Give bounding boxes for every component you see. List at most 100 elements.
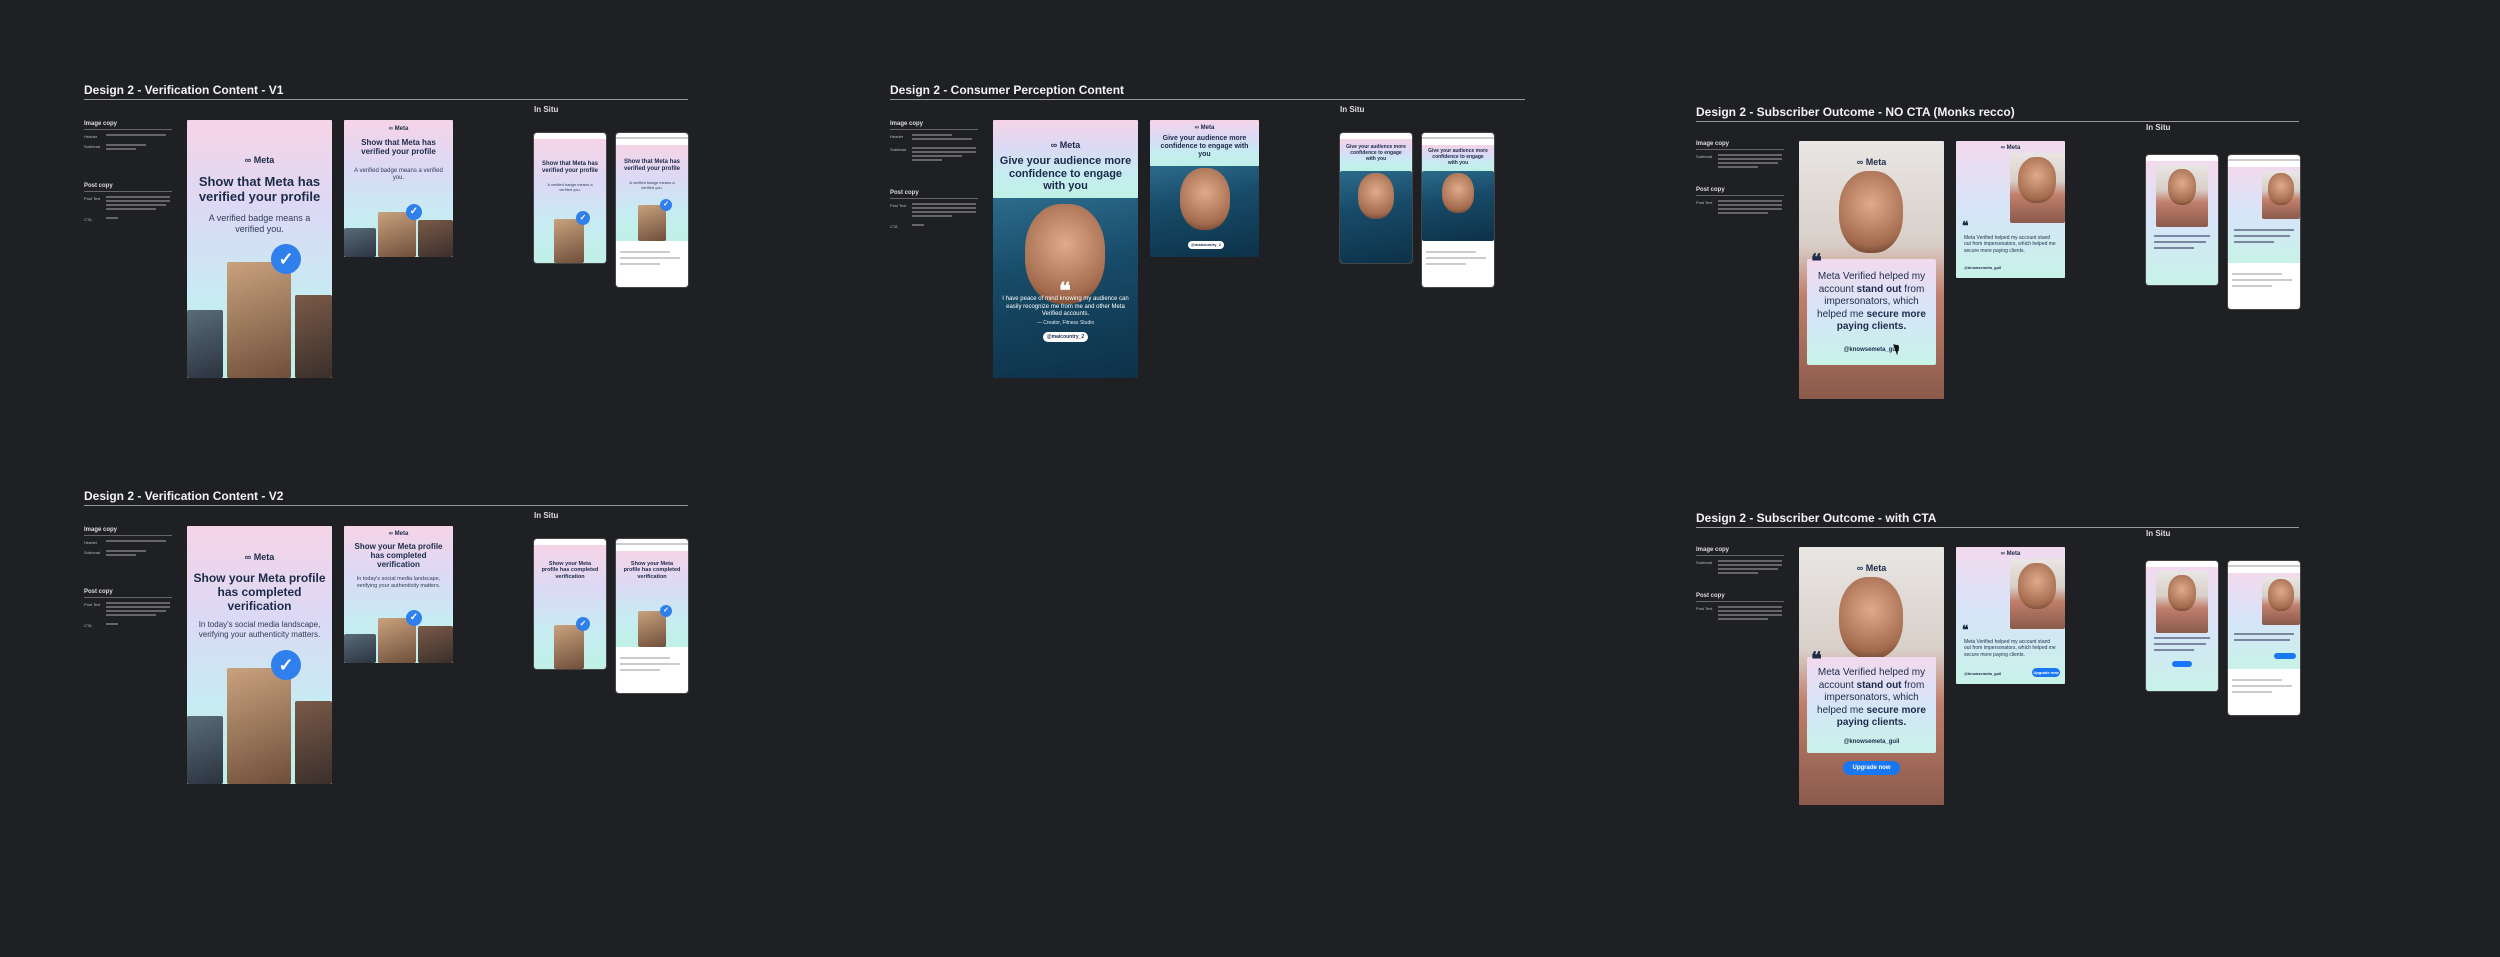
profile-photo-right <box>295 701 332 784</box>
ad-card-thumb[interactable]: ∞ Meta ❝ Meta Verified helped my account… <box>1956 547 2065 684</box>
phone-subhead: A verified badge means a verified you. <box>547 182 593 192</box>
cta-key: CTA <box>84 217 92 222</box>
section-title: Design 2 - Verification Content - V2 <box>84 489 284 503</box>
header-key: Header <box>890 134 904 139</box>
phone-mockup-story[interactable]: Show that Meta has verified your profile… <box>534 133 606 263</box>
check-badge-icon: ✓ <box>576 211 590 225</box>
meta-logo: ∞ Meta <box>1856 157 1887 167</box>
quote-mark-icon: ❝ <box>1962 623 1969 637</box>
quote-text: Meta Verified helped my account stand ou… <box>1817 271 1926 332</box>
person-face <box>2268 173 2294 205</box>
ad-card-thumb[interactable]: ∞ Meta Show your Meta profile has comple… <box>344 526 453 663</box>
ad-card-main[interactable]: ∞ Meta ❝ Meta Verified helped my account… <box>1799 141 1944 399</box>
section-divider <box>890 99 1525 100</box>
phone-mockup-feed[interactable] <box>2228 561 2300 715</box>
copy-notes: Image copy Header Subhead Post copy Post… <box>890 121 978 234</box>
check-badge-icon: ✓ <box>406 204 422 220</box>
copy-notes: Image copy Header Subhead Post copy Post… <box>84 527 172 633</box>
quote-credit: — Creator, Fitness Studio <box>1036 320 1095 326</box>
image-copy-label: Image copy <box>890 121 978 130</box>
in-situ-label: In Situ <box>2146 529 2171 538</box>
ad-card-main[interactable]: ∞ Meta ❝ Meta Verified helped my account… <box>1799 547 1944 805</box>
person-face <box>1180 168 1230 230</box>
person-face <box>1839 577 1903 659</box>
phone-headline: Give your audience more confidence to en… <box>1346 144 1406 162</box>
upgrade-now-button[interactable]: Upgrade now <box>2032 668 2060 677</box>
ad-card-thumb[interactable]: ∞ Meta Give your audience more confidenc… <box>1150 120 1259 257</box>
profile-photo-right <box>295 295 332 378</box>
post-copy-label: Post copy <box>84 183 172 192</box>
phone-mockup-feed[interactable]: Show that Meta has verified your profile… <box>616 133 688 287</box>
ad-headline: Give your audience more confidence to en… <box>1160 135 1249 159</box>
meta-logo: ∞ Meta <box>244 552 275 562</box>
person-face <box>1839 171 1903 253</box>
in-situ-label: In Situ <box>2146 123 2171 132</box>
image-copy-label: Image copy <box>1696 141 1784 150</box>
phone-mockup-story[interactable]: Show your Meta profile has completed ver… <box>534 539 606 669</box>
meta-logo: ∞ Meta <box>2000 145 2021 151</box>
post-copy-label: Post copy <box>1696 593 1784 602</box>
profile-photo <box>638 205 666 241</box>
section-subscriber-no-cta: Design 2 - Subscriber Outcome - NO CTA (… <box>1696 105 2300 405</box>
person-face <box>1442 173 1474 213</box>
section-title: Design 2 - Consumer Perception Content <box>890 83 1125 97</box>
post-text-key: Post Text <box>1696 200 1713 205</box>
in-situ-label: In Situ <box>534 511 559 520</box>
section-title: Design 2 - Verification Content - V1 <box>84 83 284 97</box>
cta-key: CTA <box>890 224 898 229</box>
image-copy-label: Image copy <box>1696 547 1784 556</box>
header-key: Header <box>84 540 98 545</box>
person-face <box>2018 563 2056 609</box>
phone-mockup-story[interactable]: Give your audience more confidence to en… <box>1340 133 1412 263</box>
section-divider <box>1696 527 2299 528</box>
check-badge-icon: ✓ <box>660 605 672 617</box>
quote-text: Meta Verified helped my account stand ou… <box>1964 235 2056 254</box>
section-divider <box>1696 121 2299 122</box>
person-face <box>2018 157 2056 203</box>
check-badge-icon: ✓ <box>406 610 422 626</box>
creator-handle: @knowsemeta_guil <box>1843 347 1900 353</box>
section-title: Design 2 - Subscriber Outcome - with CTA <box>1696 511 1937 525</box>
copy-notes: Image copy Subhead Post copy Post Text <box>1696 547 1784 627</box>
profile-photo-left <box>344 228 376 257</box>
phone-headline: Give your audience more confidence to en… <box>1428 148 1488 166</box>
post-text-key: Post Text <box>890 203 907 208</box>
phone-mockup-story[interactable] <box>2146 155 2218 285</box>
in-situ-label: In Situ <box>1340 105 1365 114</box>
phone-mockup-feed[interactable]: Give your audience more confidence to en… <box>1422 133 1494 287</box>
upgrade-now-button[interactable]: Upgrade now <box>1843 761 1900 775</box>
post-text-key: Post Text <box>84 602 101 607</box>
phone-mockup-feed[interactable] <box>2228 155 2300 309</box>
subhead-key: Subhead <box>84 550 101 555</box>
meta-logo: ∞ Meta <box>2000 551 2021 557</box>
person-face <box>2268 579 2294 611</box>
section-subscriber-with-cta: Design 2 - Subscriber Outcome - with CTA… <box>1696 511 2300 811</box>
ad-subhead: A verified badge means a verified you. <box>208 213 311 234</box>
check-badge-icon: ✓ <box>660 199 672 211</box>
check-badge-icon: ✓ <box>271 650 301 680</box>
subhead-key: Subhead <box>84 144 101 149</box>
post-text-key: Post Text <box>84 196 101 201</box>
phone-subhead: A verified badge means a verified you. <box>629 180 675 190</box>
creator-handle: @knowsemeta_guil <box>1843 739 1900 745</box>
subhead-key: Subhead <box>890 147 907 152</box>
profile-photo-left <box>187 310 223 378</box>
person-face <box>1358 173 1394 219</box>
phone-headline: Show your Meta profile has completed ver… <box>623 561 681 580</box>
ad-card-thumb[interactable]: ∞ Meta Show that Meta has verified your … <box>344 120 453 257</box>
section-verification-v2: Design 2 - Verification Content - V2 Ima… <box>84 489 689 789</box>
phone-mockup-feed[interactable]: Show your Meta profile has completed ver… <box>616 539 688 693</box>
profile-photo <box>638 611 666 647</box>
ad-card-thumb[interactable]: ∞ Meta ❝ Meta Verified helped my account… <box>1956 141 2065 278</box>
ad-headline: Give your audience more confidence to en… <box>999 155 1132 193</box>
quote-mark-icon: ❝ <box>1962 219 1969 233</box>
profile-photo-left <box>344 634 376 663</box>
ad-card-main[interactable]: ∞ Meta Give your audience more confidenc… <box>993 120 1138 378</box>
post-copy-label: Post copy <box>84 589 172 598</box>
profile-photo-right <box>418 220 453 257</box>
ad-card-main[interactable]: ∞ Meta Show your Meta profile has comple… <box>187 526 332 784</box>
copy-notes: Image copy Subhead Post copy Post Text <box>1696 141 1784 221</box>
phone-mockup-story[interactable] <box>2146 561 2218 691</box>
ad-card-main[interactable]: ∞ Meta Show that Meta has verified your … <box>187 120 332 378</box>
check-badge-icon: ✓ <box>271 244 301 274</box>
